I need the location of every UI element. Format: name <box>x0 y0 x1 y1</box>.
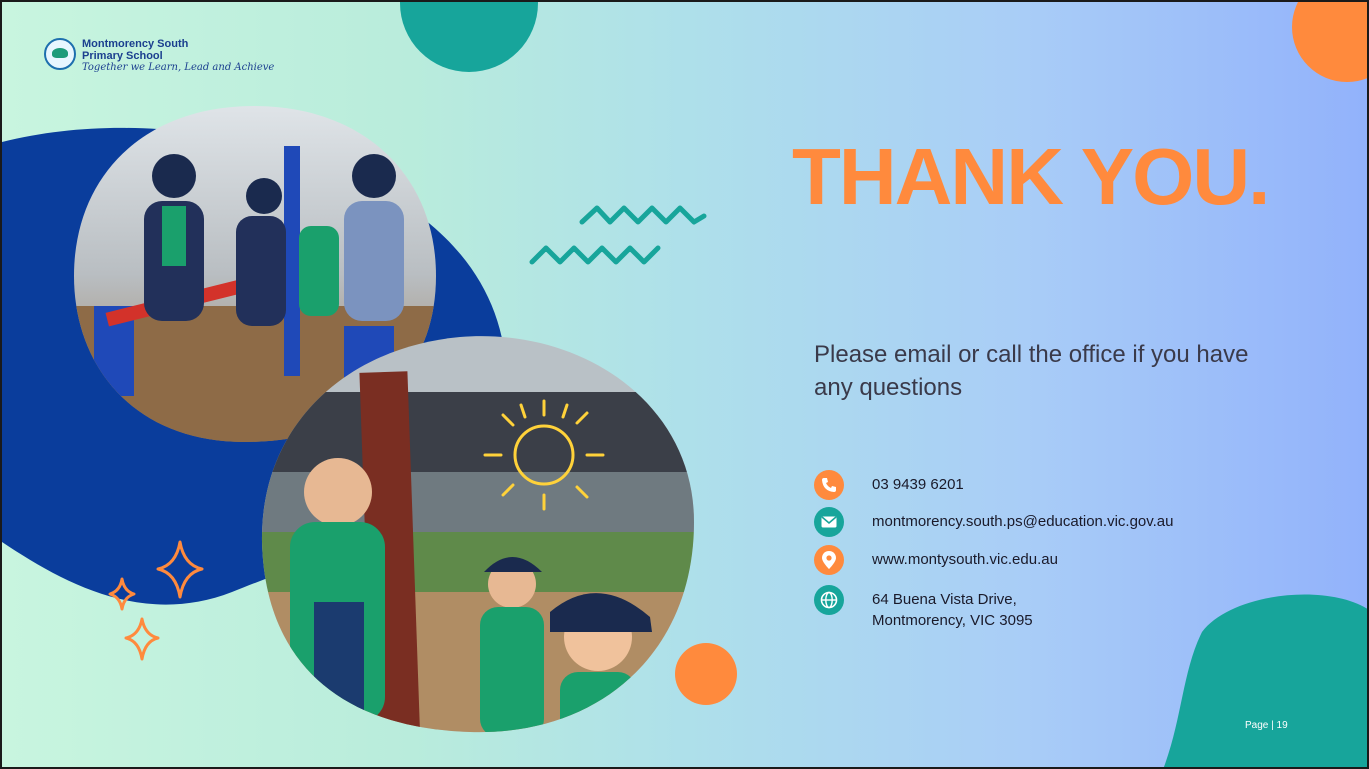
page-number: Page | 19 <box>1245 720 1288 731</box>
school-crest-icon <box>44 38 76 70</box>
phone-icon <box>814 470 844 500</box>
globe-icon <box>814 585 844 615</box>
contact-email: montmorency.south.ps@education.vic.gov.a… <box>814 507 1174 537</box>
playground-photo-bottom <box>261 336 694 733</box>
slide-title: THANK YOU. <box>792 132 1270 221</box>
contact-address-text: 64 Buena Vista Drive, Montmorency, VIC 3… <box>872 585 1033 631</box>
school-name-line2: Primary School <box>82 50 163 62</box>
contact-address-line2: Montmorency, VIC 3095 <box>872 612 1033 629</box>
school-name: Montmorency South Primary School Togethe… <box>82 38 274 74</box>
school-logo: Montmorency South Primary School Togethe… <box>44 38 274 74</box>
contact-website-line: www.montysouth.vic.edu.au <box>872 551 1058 568</box>
contact-address-line1: 64 Buena Vista Drive, <box>872 591 1017 608</box>
email-icon <box>814 507 844 537</box>
school-name-line1: Montmorency South <box>82 38 189 50</box>
contact-website: www.montysouth.vic.edu.au <box>814 545 1058 575</box>
teal-circle-decoration <box>400 2 538 72</box>
slide-subtitle: Please email or call the office if you h… <box>814 341 1249 401</box>
contact-email-text: montmorency.south.ps@education.vic.gov.a… <box>872 507 1174 532</box>
contact-phone: 03 9439 6201 <box>814 470 964 500</box>
sun-doodle <box>483 399 605 511</box>
school-tagline: Together we Learn, Lead and Achieve <box>82 62 275 73</box>
contact-email-line: montmorency.south.ps@education.vic.gov.a… <box>872 513 1174 530</box>
contact-phone-line: 03 9439 6201 <box>872 476 964 493</box>
contact-website-text: www.montysouth.vic.edu.au <box>872 545 1058 570</box>
orange-circle-decoration <box>1292 2 1367 82</box>
sparkle-stars-decoration <box>108 540 204 661</box>
slide: Montmorency South Primary School Togethe… <box>0 0 1369 769</box>
contact-phone-text: 03 9439 6201 <box>872 470 964 495</box>
teal-blob-decoration <box>1163 594 1367 767</box>
contact-address: 64 Buena Vista Drive, Montmorency, VIC 3… <box>814 585 1033 631</box>
zigzag-decoration <box>529 205 707 265</box>
location-pin-icon <box>814 545 844 575</box>
